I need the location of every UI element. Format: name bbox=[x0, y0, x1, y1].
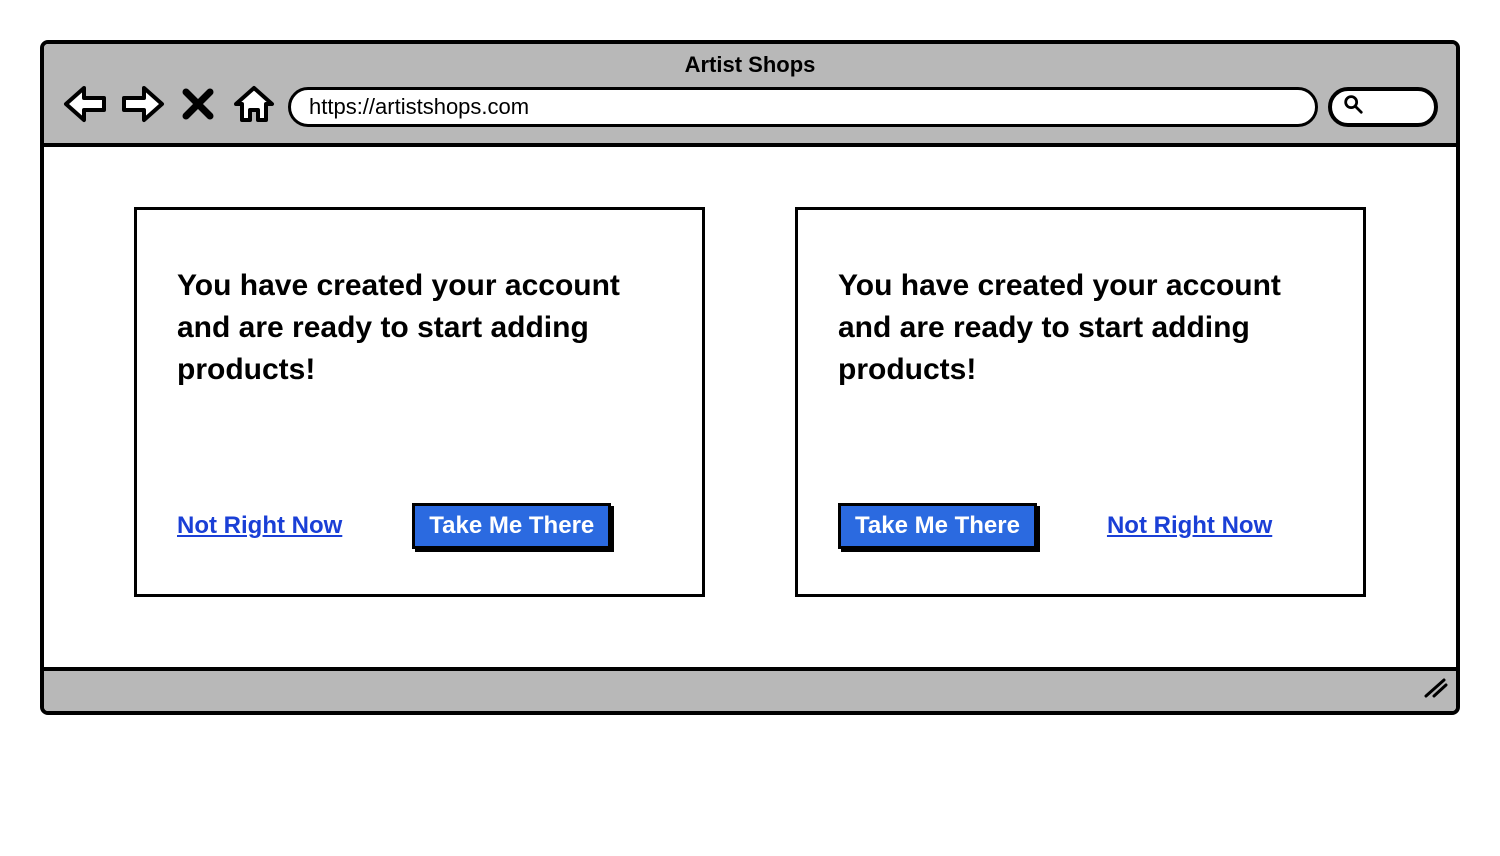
home-icon[interactable] bbox=[230, 84, 278, 129]
address-bar[interactable] bbox=[288, 87, 1318, 127]
not-right-now-link[interactable]: Not Right Now bbox=[177, 512, 342, 540]
address-bar-wrap bbox=[288, 87, 1318, 127]
onboarding-card-right: You have created your account and are re… bbox=[795, 207, 1366, 597]
back-icon[interactable] bbox=[62, 84, 110, 129]
onboarding-message: You have created your account and are re… bbox=[838, 265, 1323, 391]
forward-icon[interactable] bbox=[118, 84, 166, 129]
card-actions: Not Right Now Take Me There bbox=[177, 503, 662, 549]
onboarding-card-left: You have created your account and are re… bbox=[134, 207, 705, 597]
onboarding-message: You have created your account and are re… bbox=[177, 265, 662, 391]
not-right-now-link[interactable]: Not Right Now bbox=[1107, 512, 1272, 540]
search-field[interactable] bbox=[1328, 87, 1438, 127]
browser-chrome: Artist Shops bbox=[44, 44, 1456, 147]
content-area: You have created your account and are re… bbox=[44, 147, 1456, 667]
card-actions: Take Me There Not Right Now bbox=[838, 503, 1323, 549]
take-me-there-button[interactable]: Take Me There bbox=[838, 503, 1037, 549]
close-icon[interactable] bbox=[174, 84, 222, 129]
browser-statusbar bbox=[44, 667, 1456, 711]
take-me-there-button[interactable]: Take Me There bbox=[412, 503, 611, 549]
resize-grip-icon[interactable] bbox=[1422, 676, 1448, 705]
search-icon bbox=[1342, 93, 1364, 120]
browser-title: Artist Shops bbox=[62, 50, 1438, 84]
browser-toolbar bbox=[62, 84, 1438, 129]
nav-icons bbox=[62, 84, 278, 129]
browser-window: Artist Shops bbox=[40, 40, 1460, 715]
